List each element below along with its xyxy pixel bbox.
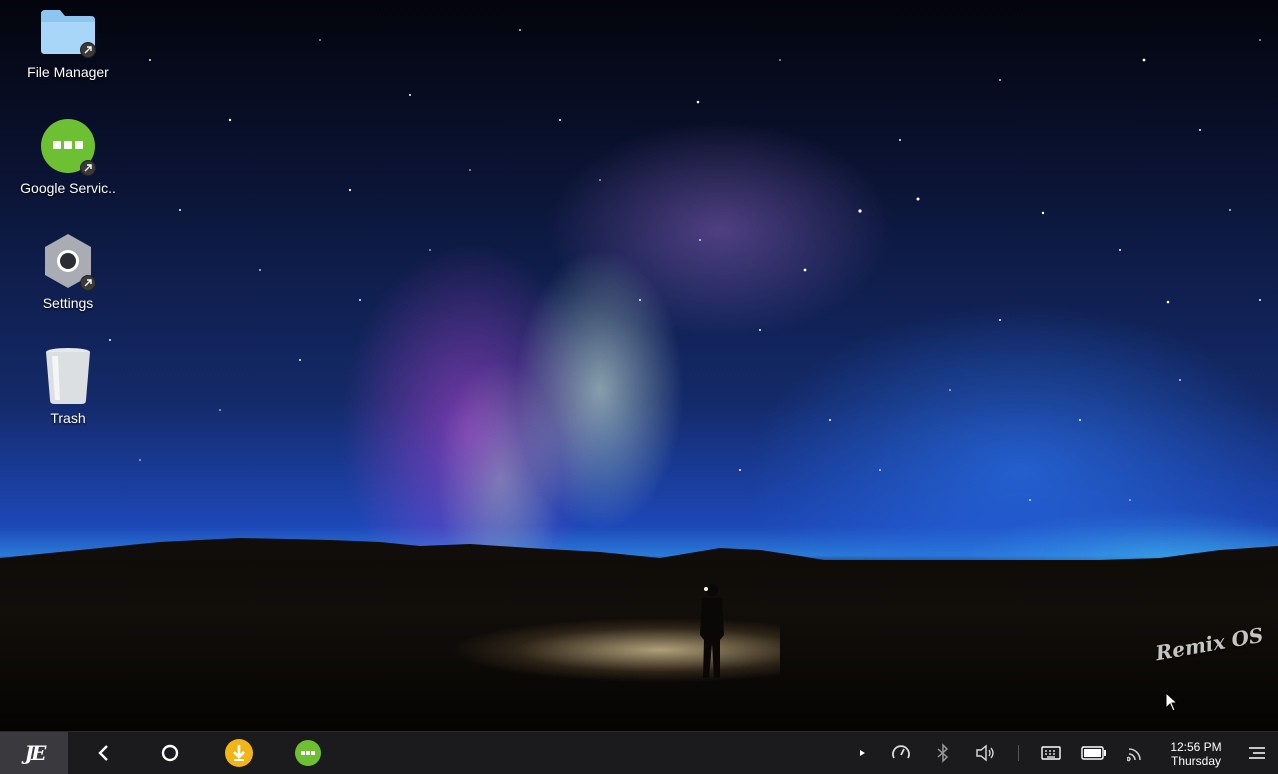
- home-button[interactable]: [148, 732, 192, 774]
- back-button[interactable]: [82, 732, 126, 774]
- tray-divider: [1018, 745, 1019, 761]
- menu-lines-icon: [1249, 747, 1265, 759]
- shortcut-arrow-icon: [80, 160, 96, 176]
- desktop-icon-google-services[interactable]: Google Servic..: [18, 116, 118, 196]
- triangle-right-icon: [860, 750, 865, 756]
- person-silhouette: [700, 584, 724, 678]
- performance-button[interactable]: [880, 732, 922, 774]
- taskbar-app-google-services[interactable]: [286, 732, 330, 774]
- bluetooth-icon: [937, 743, 949, 763]
- shortcut-arrow-icon: [80, 42, 96, 58]
- desktop-icon-label: Trash: [50, 410, 86, 426]
- shortcut-arrow-icon: [80, 275, 96, 291]
- desktop-icon-label: Google Servic..: [20, 180, 116, 196]
- desktop-icon-label: File Manager: [27, 64, 109, 80]
- settings-icon: [38, 231, 98, 291]
- desktop-icon-trash[interactable]: Trash: [18, 346, 118, 426]
- back-arrow-icon: [98, 745, 108, 761]
- clock[interactable]: 12:56 PM Thursday: [1160, 740, 1232, 768]
- mouse-cursor-icon: [1165, 692, 1179, 712]
- download-app-icon: [225, 739, 253, 767]
- desktop-icon-settings[interactable]: Settings: [18, 231, 118, 311]
- keyboard-button[interactable]: [1029, 732, 1073, 774]
- taskbar: JE 12:56 PM Thursday: [0, 731, 1278, 774]
- speaker-icon: [976, 744, 994, 762]
- battery-indicator[interactable]: [1072, 732, 1116, 774]
- notification-expand-button[interactable]: [842, 732, 882, 774]
- remix-logo-icon: JE: [24, 741, 47, 765]
- start-menu-button[interactable]: JE: [0, 732, 68, 774]
- taskbar-app-downloads[interactable]: [217, 732, 261, 774]
- wifi-button[interactable]: [1114, 732, 1158, 774]
- home-circle-icon: [161, 744, 179, 762]
- star-field: [59, 29, 1261, 501]
- clock-time: 12:56 PM: [1170, 740, 1222, 754]
- clock-day: Thursday: [1170, 754, 1222, 768]
- desktop-wallpaper[interactable]: File Manager Google Servic.. Settings Tr…: [0, 0, 1278, 731]
- keyboard-icon: [1041, 746, 1061, 760]
- notification-center-button[interactable]: [1236, 732, 1278, 774]
- trash-icon: [38, 346, 98, 406]
- wifi-signal-icon: [1127, 748, 1141, 762]
- speedometer-icon: [892, 745, 910, 759]
- desktop-icon-file-manager[interactable]: File Manager: [18, 6, 118, 80]
- desktop-icon-label: Settings: [42, 295, 94, 311]
- volume-button[interactable]: [964, 732, 1008, 774]
- google-services-app-icon: [295, 740, 321, 766]
- bluetooth-button[interactable]: [922, 732, 964, 774]
- folder-icon: [38, 6, 98, 66]
- battery-icon: [1081, 746, 1106, 760]
- google-services-icon: [38, 116, 98, 176]
